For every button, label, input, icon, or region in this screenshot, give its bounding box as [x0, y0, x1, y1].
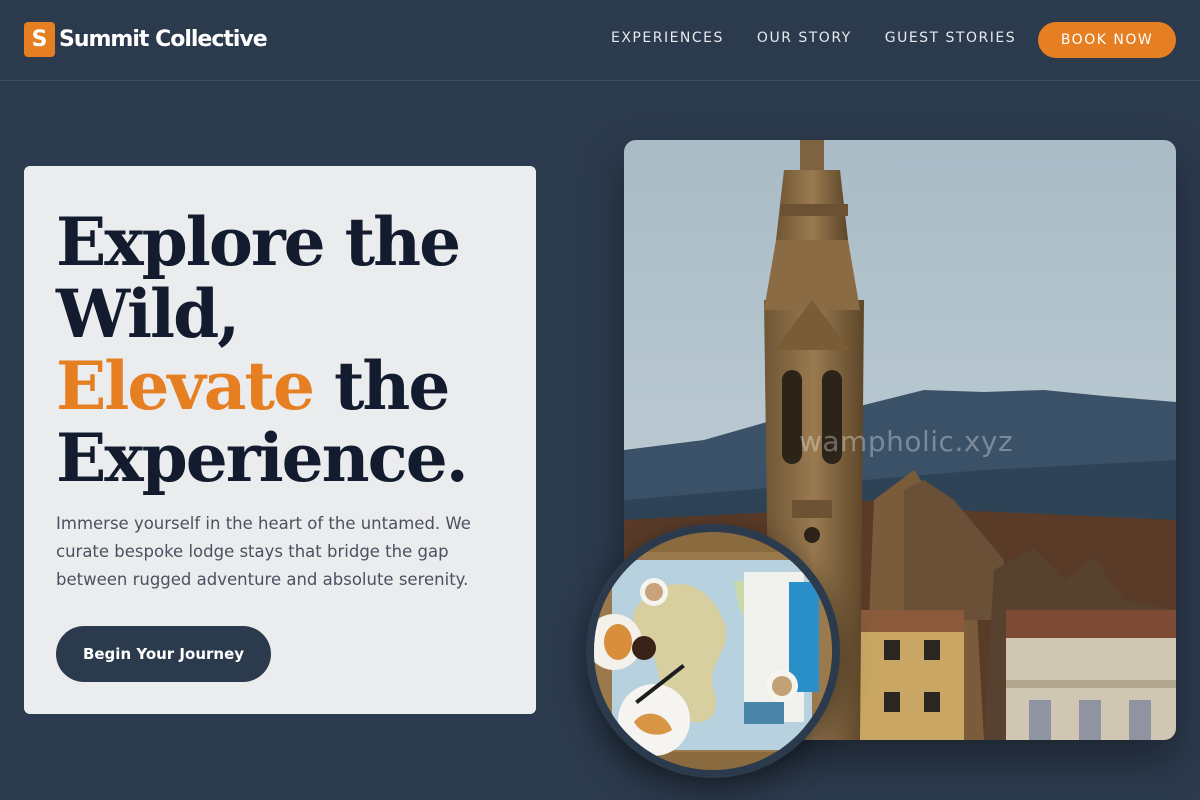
nav-link-experiences[interactable]: EXPERIENCES	[611, 30, 724, 46]
nav-link-guest-stories[interactable]: GUEST STORIES	[885, 30, 1016, 46]
brand-name: Summit Collective	[59, 27, 268, 52]
hero-description: Immerse yourself in the heart of the unt…	[56, 514, 471, 589]
begin-journey-button[interactable]: Begin Your Journey	[56, 626, 271, 682]
headline-line-1: Explore the	[56, 203, 461, 281]
travel-map-image	[594, 532, 832, 770]
headline-line-4: Experience.	[56, 419, 469, 497]
travel-map-inset	[586, 524, 840, 778]
book-now-button[interactable]: BOOK NOW	[1038, 22, 1176, 58]
hero-card: Explore the Wild, Elevate the Experience…	[24, 166, 536, 714]
hero-headline: Explore the Wild, Elevate the Experience…	[56, 203, 469, 497]
watermark-text: wampholic.xyz	[799, 425, 1014, 458]
nav-links: EXPERIENCES OUR STORY GUEST STORIES	[611, 30, 1049, 46]
brand-logo[interactable]: S Summit Collective	[24, 22, 268, 57]
headline-line-2: Wild,	[56, 275, 240, 353]
logo-mark-icon: S	[24, 22, 55, 57]
headline-accent: Elevate	[56, 347, 315, 425]
top-navigation: S Summit Collective EXPERIENCES OUR STOR…	[0, 0, 1200, 81]
headline-line-3: the	[312, 347, 450, 425]
nav-link-our-story[interactable]: OUR STORY	[757, 30, 852, 46]
